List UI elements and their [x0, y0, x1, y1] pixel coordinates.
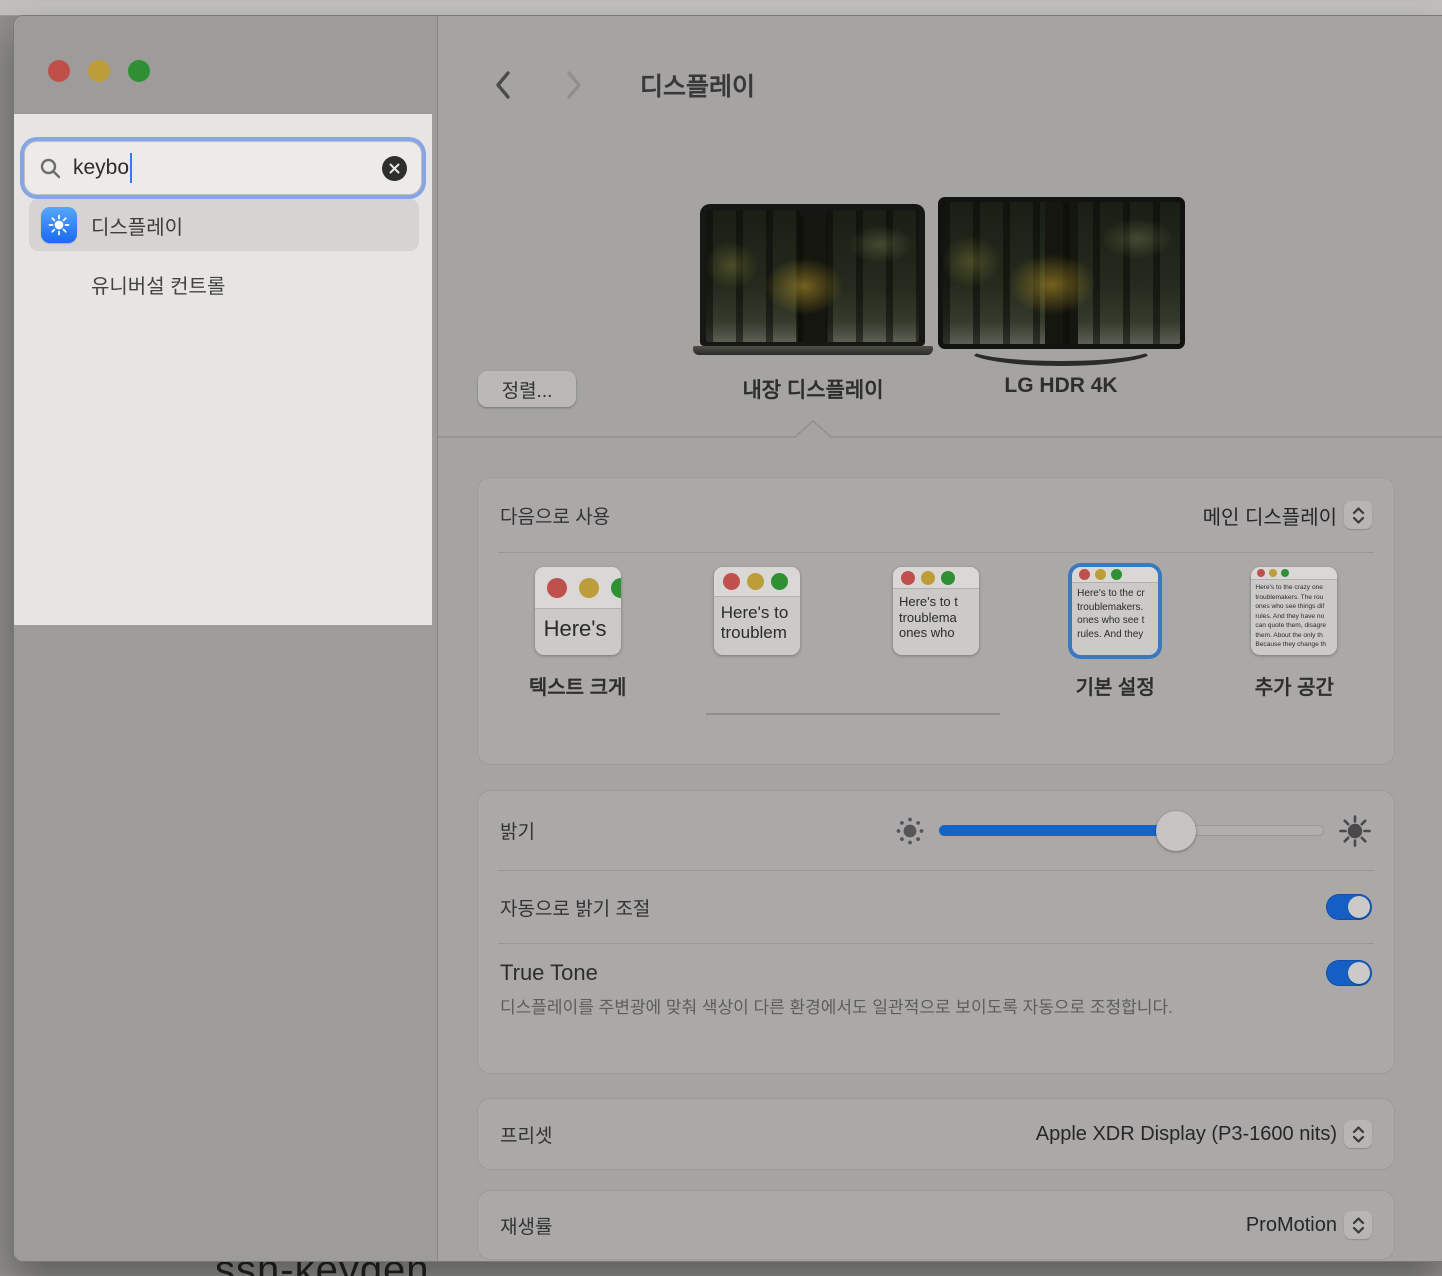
- mini-zoom-icon: [771, 573, 788, 590]
- mini-zoom-icon: [1281, 569, 1289, 577]
- refresh-rate-label: 재생률: [500, 1212, 552, 1239]
- sidebar: keybo 디스플레이유니버설 컨트롤: [14, 16, 438, 1261]
- external-display-thumbnail[interactable]: [938, 197, 1185, 349]
- selected-display-pointer: [438, 419, 1442, 439]
- display-brightness-icon: [41, 207, 77, 243]
- display-settings-pane: 디스플레이 내장 디스플레이 LG HDR 4K 정렬... 다음으로 사용 메…: [438, 16, 1442, 1261]
- mini-zoom-icon: [941, 571, 955, 585]
- mini-window-text: Here's to the crazy one troublemakers. T…: [1251, 580, 1337, 650]
- laptop-notch: [799, 210, 827, 217]
- scale-option-추가 공간[interactable]: Here's to the crazy one troublemakers. T…: [1205, 567, 1384, 695]
- scale-option-label: 추가 공간: [1255, 671, 1334, 695]
- brightness-label: 밝기: [500, 817, 535, 844]
- brightness-dim-icon: [895, 816, 925, 846]
- brightness-slider-knob[interactable]: [1156, 811, 1196, 851]
- refresh-rate-value[interactable]: ProMotion: [1246, 1214, 1337, 1237]
- minimize-button[interactable]: [88, 60, 110, 82]
- mini-window-text: Here's to the cr troublemakers. ones who…: [1072, 583, 1158, 641]
- scale-option-unlabeled-3[interactable]: Here's to t troublema ones who: [846, 567, 1025, 695]
- monitor-stand: [966, 332, 1156, 366]
- toggle-knob: [1348, 896, 1370, 918]
- scale-option-텍스트 크게[interactable]: Here's 텍스트 크게: [488, 567, 667, 695]
- close-button[interactable]: [48, 60, 70, 82]
- scale-tick-line: [706, 713, 1000, 715]
- back-button[interactable]: [484, 66, 520, 104]
- scale-option-unlabeled-2[interactable]: Here's to troublem: [667, 567, 846, 695]
- arrange-button[interactable]: 정렬...: [478, 371, 576, 407]
- divider: [498, 552, 1374, 553]
- true-tone-description: 디스플레이를 주변광에 맞춰 색상이 다른 환경에서도 일관적으로 보이도록 자…: [500, 995, 1220, 1021]
- mini-minimize-icon: [579, 578, 599, 598]
- mini-titlebar: [535, 567, 621, 609]
- mini-zoom-icon: [1111, 569, 1122, 580]
- mini-titlebar: [1072, 567, 1158, 583]
- scale-option-label: 텍스트 크게: [529, 671, 627, 695]
- preset-value[interactable]: Apple XDR Display (P3-1600 nits): [1036, 1123, 1337, 1146]
- scale-preview-window: Here's to the crazy one troublemakers. T…: [1251, 567, 1337, 655]
- search-result-label: 유니버설 컨트롤: [91, 270, 225, 299]
- mini-close-icon: [901, 571, 915, 585]
- search-highlight-panel: keybo 디스플레이유니버설 컨트롤: [14, 114, 432, 625]
- auto-brightness-toggle[interactable]: [1326, 894, 1372, 920]
- preset-label: 프리셋: [500, 1121, 552, 1148]
- preset-card: 프리셋 Apple XDR Display (P3-1600 nits): [478, 1099, 1394, 1169]
- navigation-bar: 디스플레이: [484, 66, 755, 104]
- clear-search-icon[interactable]: [382, 156, 407, 181]
- brightness-bright-icon: [1338, 814, 1372, 848]
- scale-preview-window: Here's to troublem: [714, 567, 800, 655]
- mini-minimize-icon: [921, 571, 935, 585]
- true-tone-label: True Tone: [500, 960, 598, 986]
- mini-window-text: Here's to troublem: [714, 597, 800, 642]
- scale-preview-window: Here's: [535, 567, 621, 655]
- mini-close-icon: [1257, 569, 1265, 577]
- window-controls: [48, 60, 150, 82]
- use-as-value[interactable]: 메인 디스플레이: [1203, 501, 1337, 530]
- mini-close-icon: [547, 578, 567, 598]
- brightness-slider-fill: [939, 825, 1176, 836]
- search-input[interactable]: keybo: [24, 141, 422, 195]
- resolution-scale-options: Here's 텍스트 크게 Here's to troublem Here's to …: [488, 567, 1384, 695]
- page-title: 디스플레이: [640, 67, 755, 103]
- mini-titlebar: [714, 567, 800, 597]
- refresh-rate-stepper-icon[interactable]: [1344, 1211, 1372, 1239]
- use-as-label: 다음으로 사용: [500, 502, 610, 529]
- true-tone-toggle[interactable]: [1326, 960, 1372, 986]
- mini-zoom-icon: [611, 578, 621, 598]
- laptop-base: [693, 346, 933, 355]
- use-as-and-scaling-card: 다음으로 사용 메인 디스플레이 Here's 텍스트 크게 Here's to t…: [478, 478, 1394, 764]
- brightness-slider[interactable]: [939, 825, 1324, 836]
- search-result-selected[interactable]: 디스플레이: [29, 199, 419, 251]
- mini-minimize-icon: [747, 573, 764, 590]
- scale-preview-window: Here's to t troublema ones who: [893, 567, 979, 655]
- scale-option-기본 설정[interactable]: Here's to the cr troublemakers. ones who…: [1026, 567, 1205, 695]
- external-display-name: LG HDR 4K: [911, 374, 1211, 398]
- mini-minimize-icon: [1095, 569, 1106, 580]
- toggle-knob: [1348, 962, 1370, 984]
- builtin-display-thumbnail[interactable]: [700, 204, 925, 346]
- mini-close-icon: [1079, 569, 1090, 580]
- search-result-item[interactable]: 유니버설 컨트롤: [29, 262, 419, 306]
- preset-stepper-icon[interactable]: [1344, 1120, 1372, 1148]
- use-as-stepper-icon[interactable]: [1344, 501, 1372, 529]
- refresh-rate-card: 재생률 ProMotion: [478, 1191, 1394, 1259]
- forward-button[interactable]: [556, 66, 592, 104]
- mini-titlebar: [893, 567, 979, 589]
- system-settings-window: keybo 디스플레이유니버설 컨트롤 디스플레이: [13, 15, 1442, 1262]
- auto-brightness-label: 자동으로 밝기 조절: [500, 894, 650, 921]
- search-result-label: 디스플레이: [91, 211, 183, 240]
- scale-preview-window: Here's to the cr troublemakers. ones who…: [1072, 567, 1158, 655]
- mini-window-text: Here's to t troublema ones who: [893, 589, 979, 641]
- scale-option-label: 기본 설정: [1076, 671, 1155, 695]
- mini-close-icon: [723, 573, 740, 590]
- mini-minimize-icon: [1269, 569, 1277, 577]
- text-cursor: [130, 153, 132, 183]
- mini-window-text: Here's: [535, 609, 621, 641]
- search-icon: [39, 157, 62, 180]
- zoom-button[interactable]: [128, 60, 150, 82]
- brightness-card: 밝기: [478, 791, 1394, 1073]
- mini-titlebar: [1251, 567, 1337, 580]
- search-query-text: keybo: [73, 156, 129, 180]
